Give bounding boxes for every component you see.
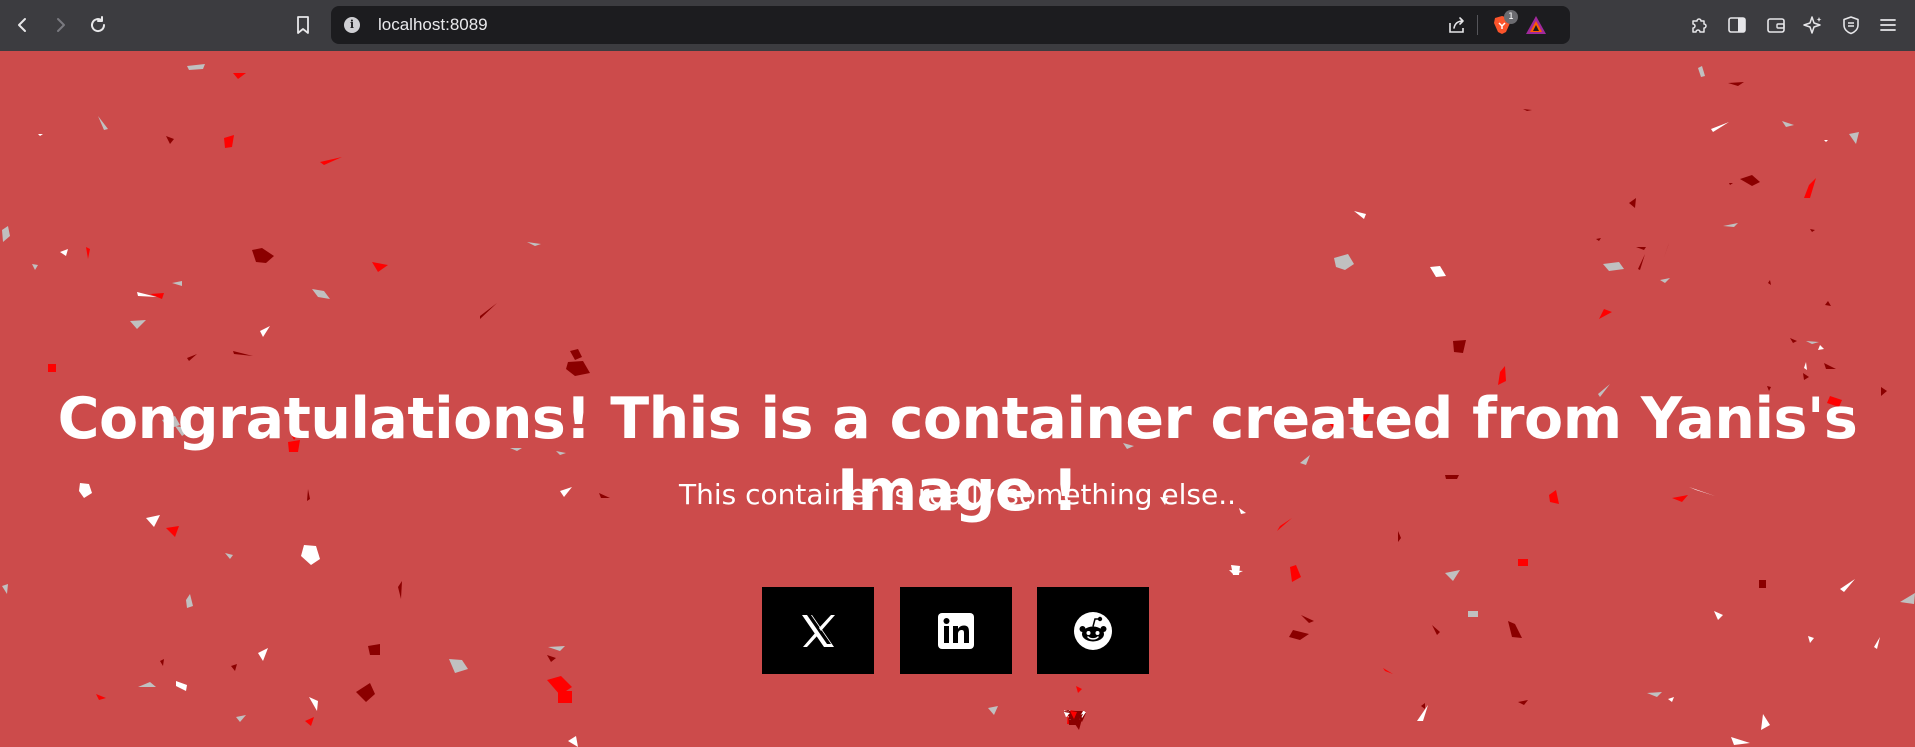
linkedin-icon [938,612,974,649]
sidebar-button[interactable] [1725,13,1749,37]
back-arrow-icon [18,18,26,32]
shields-count-badge: 1 [1504,10,1518,24]
brave-rewards-triangle-icon [1526,16,1546,34]
brave-rewards-button[interactable] [1525,14,1547,36]
share-x-button[interactable] [762,587,874,674]
reddit-icon [1074,611,1112,650]
wallet-icon [1767,18,1785,33]
url-text[interactable]: localhost:8089 [378,6,488,44]
forward-button[interactable] [48,13,72,37]
puzzle-piece-icon [1692,18,1707,33]
share-linkedin-button[interactable] [900,587,1012,674]
extensions-button[interactable] [1687,13,1711,37]
page-subtitle: This container is really something else.… [678,478,1237,511]
reload-icon [91,16,106,33]
sparkle-star-icon [1803,16,1822,34]
wallet-button[interactable] [1764,13,1788,37]
share-button[interactable] [1446,14,1468,36]
reload-button[interactable] [86,13,110,37]
leo-ai-button[interactable] [1801,13,1825,37]
main-menu-button[interactable] [1876,13,1900,37]
address-bar[interactable]: i localhost:8089 1 [331,6,1570,44]
bookmark-button[interactable] [291,13,315,37]
site-info-icon[interactable]: i [344,17,360,33]
brave-shields-button[interactable]: 1 [1491,10,1518,36]
share-reddit-button[interactable] [1037,587,1149,674]
address-bar-divider [1477,15,1478,35]
share-icon [1449,17,1464,33]
sidebar-icon [1728,17,1746,33]
page-body: Congratulations! This is a container cre… [0,51,1915,747]
bookmark-icon [297,16,309,34]
forward-arrow-icon [57,18,65,32]
hamburger-menu-icon [1880,19,1896,31]
x-twitter-icon [802,614,835,647]
browser-toolbar: i localhost:8089 1 [0,0,1915,51]
back-button[interactable] [11,13,35,37]
vpn-button[interactable] [1839,13,1863,37]
shield-icon [1843,16,1859,35]
